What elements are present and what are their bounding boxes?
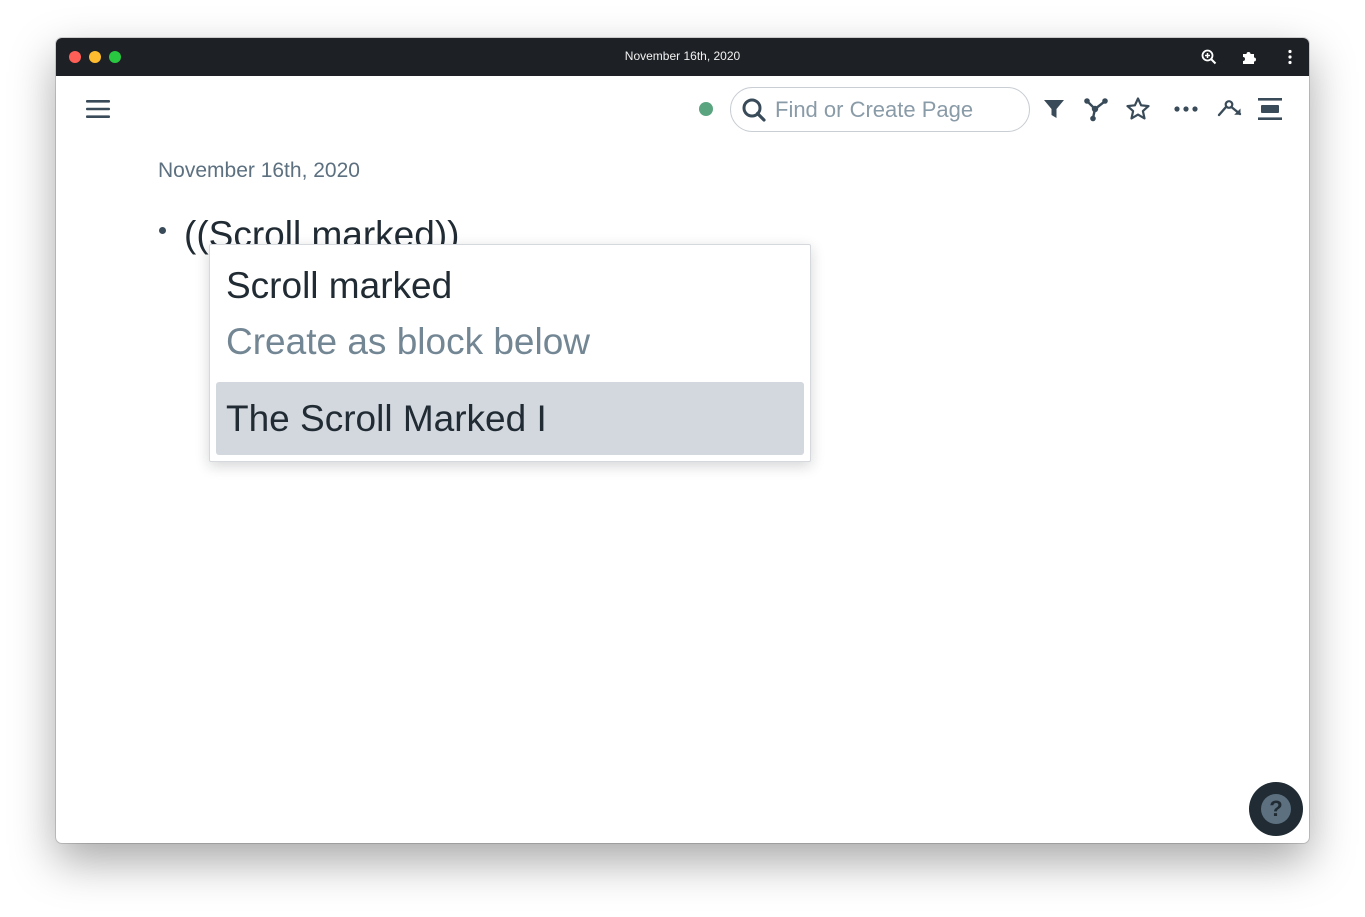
zoom-in-icon[interactable] — [1200, 48, 1218, 66]
topbar — [56, 76, 1309, 142]
share-icon[interactable] — [1216, 95, 1244, 123]
search-input[interactable] — [775, 96, 1015, 123]
more-horizontal-icon[interactable] — [1172, 95, 1200, 123]
search-box[interactable] — [730, 87, 1030, 132]
filter-icon[interactable] — [1040, 95, 1068, 123]
app-window: November 16th, 2020 November 1 — [56, 38, 1309, 843]
search-icon — [742, 98, 766, 122]
autocomplete-popup: Scroll marked Create as block below The … — [209, 244, 811, 462]
sync-status-indicator — [699, 102, 713, 116]
autocomplete-item-query[interactable]: Scroll marked — [216, 265, 804, 307]
star-icon[interactable] — [1124, 95, 1152, 123]
puzzle-extension-icon[interactable] — [1240, 48, 1258, 66]
more-vertical-icon[interactable] — [1281, 48, 1299, 66]
titlebar: November 16th, 2020 — [56, 38, 1309, 76]
autocomplete-item-create-block[interactable]: Create as block below — [216, 321, 804, 363]
block-bullet[interactable] — [159, 227, 166, 234]
right-sidebar-icon[interactable] — [1256, 95, 1284, 123]
autocomplete-item-selected[interactable]: The Scroll Marked I — [216, 382, 804, 455]
hamburger-menu-icon[interactable] — [84, 96, 112, 122]
page-title[interactable]: November 16th, 2020 — [158, 159, 360, 183]
help-button[interactable]: ? — [1249, 782, 1303, 836]
graph-icon[interactable] — [1082, 95, 1110, 123]
help-icon: ? — [1261, 794, 1291, 824]
window-title: November 16th, 2020 — [624, 49, 741, 63]
